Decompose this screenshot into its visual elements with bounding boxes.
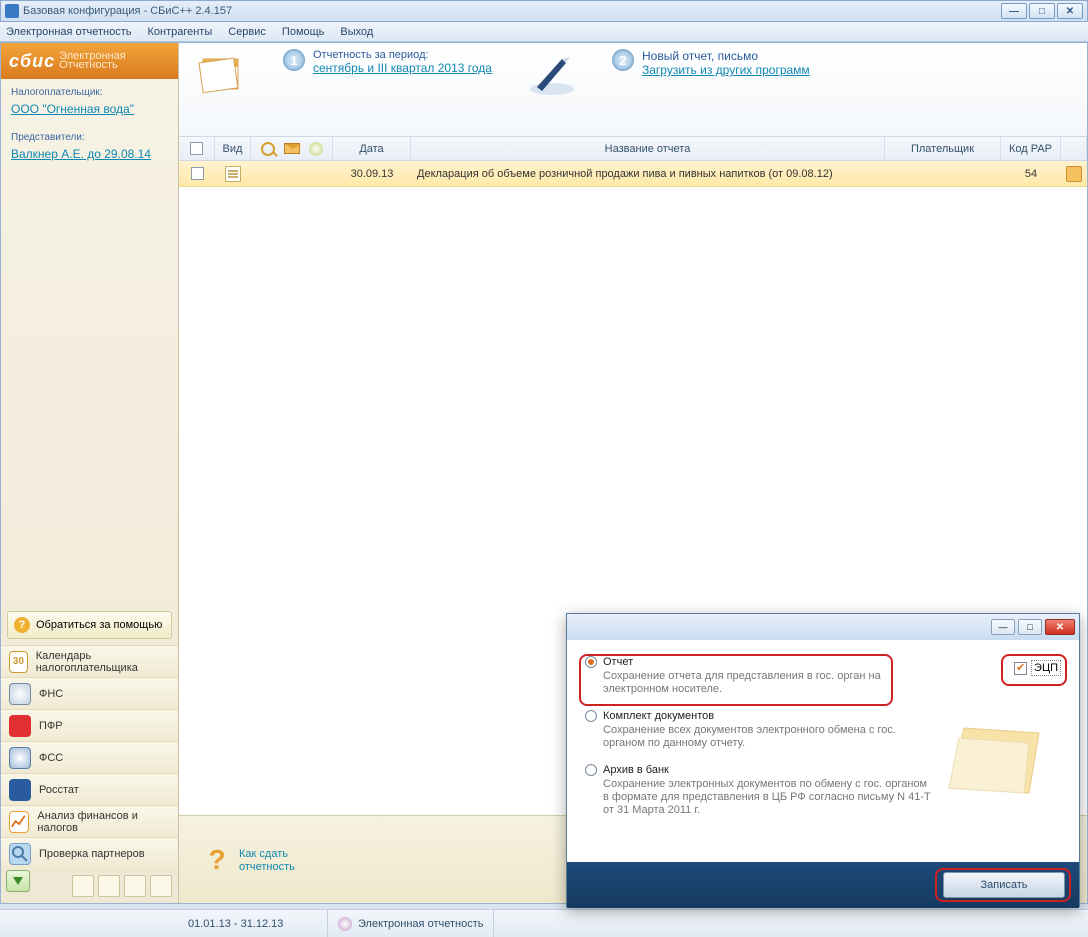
grid-header-name[interactable]: Название отчета — [411, 137, 885, 160]
calendar-icon: 30 — [9, 651, 28, 673]
row-name: Декларация об объеме розничной продажи п… — [411, 161, 885, 186]
menu-help[interactable]: Помощь — [282, 26, 325, 38]
question-icon: ? — [14, 617, 30, 633]
steps-header: 1 Отчетность за период: сентябрь и III к… — [179, 43, 1087, 137]
row-action-icon[interactable] — [1066, 166, 1082, 182]
taxpayer-link[interactable]: ООО "Огненная вода" — [11, 102, 134, 116]
representatives-label: Представители: — [11, 132, 168, 143]
ecp-label: ЭЦП — [1031, 660, 1061, 676]
representative-link[interactable]: Валкнер А.Е. до 29.08.14 — [11, 147, 151, 161]
sidebar-item-pfr[interactable]: ПФР — [1, 709, 178, 741]
window-titlebar: Базовая конфигурация - СБиС++ 2.4.157 — … — [0, 0, 1088, 22]
taxpayer-block: Налогоплательщик: ООО "Огненная вода" — [1, 79, 178, 126]
calendar-illustration — [193, 49, 253, 99]
save-button[interactable]: Записать — [943, 872, 1065, 898]
pen-illustration — [522, 49, 582, 99]
row-date: 30.09.13 — [333, 161, 411, 186]
rosstat-icon — [9, 779, 31, 801]
save-dialog: — □ ✕ ✔ ЭЦП Отчет Сохранение отчета для … — [566, 613, 1080, 907]
partners-icon — [9, 843, 31, 865]
ecp-checkbox[interactable]: ✔ — [1014, 662, 1027, 675]
menu-reports[interactable]: Электронная отчетность — [6, 26, 131, 38]
grid-header-date[interactable]: Дата — [333, 137, 411, 160]
menu-exit[interactable]: Выход — [340, 26, 373, 38]
dialog-maximize-button[interactable]: □ — [1018, 619, 1042, 635]
step-1: 1 Отчетность за период: сентябрь и III к… — [283, 49, 492, 75]
dialog-titlebar: — □ ✕ — [567, 614, 1079, 640]
table-row[interactable]: 30.09.13 Декларация об объеме розничной … — [179, 161, 1087, 187]
maximize-button[interactable]: □ — [1029, 3, 1055, 19]
option-report[interactable]: Отчет Сохранение отчета для представлени… — [585, 656, 1061, 696]
logo-brand: сбис — [9, 51, 55, 72]
question-icon: ? — [199, 844, 235, 876]
statusbar: 01.01.13 - 31.12.13 Электронная отчетнос… — [0, 909, 1088, 937]
logo: сбис ЭлектроннаяОтчетность — [1, 43, 178, 79]
step-1-number: 1 — [283, 49, 305, 71]
module-icon — [338, 917, 352, 931]
badge-icon — [98, 875, 120, 897]
dialog-minimize-button[interactable]: — — [991, 619, 1015, 635]
chart-icon — [9, 811, 29, 833]
close-button[interactable]: ✕ — [1057, 3, 1083, 19]
grid-header-code[interactable]: Код РАР — [1001, 137, 1061, 160]
folder-illustration — [929, 708, 1059, 808]
dialog-footer: Записать — [567, 862, 1079, 908]
badge-icon — [72, 875, 94, 897]
envelope-icon[interactable] — [282, 140, 302, 158]
grid-header-action — [1061, 137, 1087, 160]
fns-icon — [9, 683, 31, 705]
search-icon[interactable] — [258, 140, 278, 158]
help-request-label: Обратиться за помощью — [36, 619, 162, 631]
step-2-number: 2 — [612, 49, 634, 71]
sidebar-item-partners[interactable]: Проверка партнеров — [1, 837, 178, 869]
menubar: Электронная отчетность Контрагенты Серви… — [0, 22, 1088, 42]
step-2-import-link[interactable]: Загрузить из других программ — [642, 63, 810, 77]
grid-header-payer[interactable]: Плательщик — [885, 137, 1001, 160]
row-payer — [885, 161, 1001, 186]
grid-header-type[interactable]: Вид — [215, 137, 251, 160]
fss-icon — [9, 747, 31, 769]
step-2: 2 Новый отчет, письмо Загрузить из други… — [612, 49, 810, 77]
grid-header-icons — [251, 137, 333, 160]
howto-link[interactable]: Как сдатьотчетность — [239, 847, 295, 873]
dialog-close-button[interactable]: ✕ — [1045, 619, 1075, 635]
logo-subtitle: ЭлектроннаяОтчетность — [59, 52, 126, 70]
sidebar-item-rosstat[interactable]: Росстат — [1, 773, 178, 805]
radio-report[interactable] — [585, 656, 597, 668]
ecp-checkbox-group[interactable]: ✔ ЭЦП — [1014, 660, 1061, 676]
sidebar-nav: 30 Календарь налогоплательщика ФНС ПФР Ф… — [1, 645, 178, 869]
minimize-button[interactable]: — — [1001, 3, 1027, 19]
menu-service[interactable]: Сервис — [228, 26, 266, 38]
badge-icon — [124, 875, 146, 897]
download-button[interactable] — [6, 870, 30, 892]
radio-document-set[interactable] — [585, 710, 597, 722]
row-checkbox[interactable] — [191, 167, 204, 180]
window-title: Базовая конфигурация - СБиС++ 2.4.157 — [23, 5, 999, 17]
badge-icon — [150, 875, 172, 897]
sidebar-item-finance[interactable]: Анализ финансов и налогов — [1, 805, 178, 837]
step-1-period-link[interactable]: сентябрь и III квартал 2013 года — [313, 61, 492, 75]
grid-header-checkbox[interactable] — [179, 137, 215, 160]
status-icon[interactable] — [306, 140, 326, 158]
row-code: 54 — [1001, 161, 1061, 186]
grid-header: Вид Дата Название отчета Плательщик Код … — [179, 137, 1087, 161]
sidebar: сбис ЭлектроннаяОтчетность Налогоплатель… — [1, 43, 179, 903]
step-2-new-report-link[interactable]: Новый отчет, письмо — [642, 49, 810, 63]
menu-contractors[interactable]: Контрагенты — [147, 26, 212, 38]
help-request-button[interactable]: ? Обратиться за помощью — [7, 611, 172, 639]
step-1-title: Отчетность за период: — [313, 49, 492, 61]
document-icon — [225, 166, 241, 182]
status-period: 01.01.13 - 31.12.13 — [178, 910, 328, 937]
radio-bank-archive[interactable] — [585, 764, 597, 776]
taxpayer-label: Налогоплательщик: — [11, 87, 168, 98]
sidebar-item-fns[interactable]: ФНС — [1, 677, 178, 709]
pfr-icon — [9, 715, 31, 737]
status-module: Электронная отчетность — [328, 910, 494, 937]
representatives-block: Представители: Валкнер А.Е. до 29.08.14 — [1, 126, 178, 167]
app-icon — [5, 4, 19, 18]
sidebar-item-fss[interactable]: ФСС — [1, 741, 178, 773]
sidebar-item-calendar[interactable]: 30 Календарь налогоплательщика — [1, 645, 178, 677]
